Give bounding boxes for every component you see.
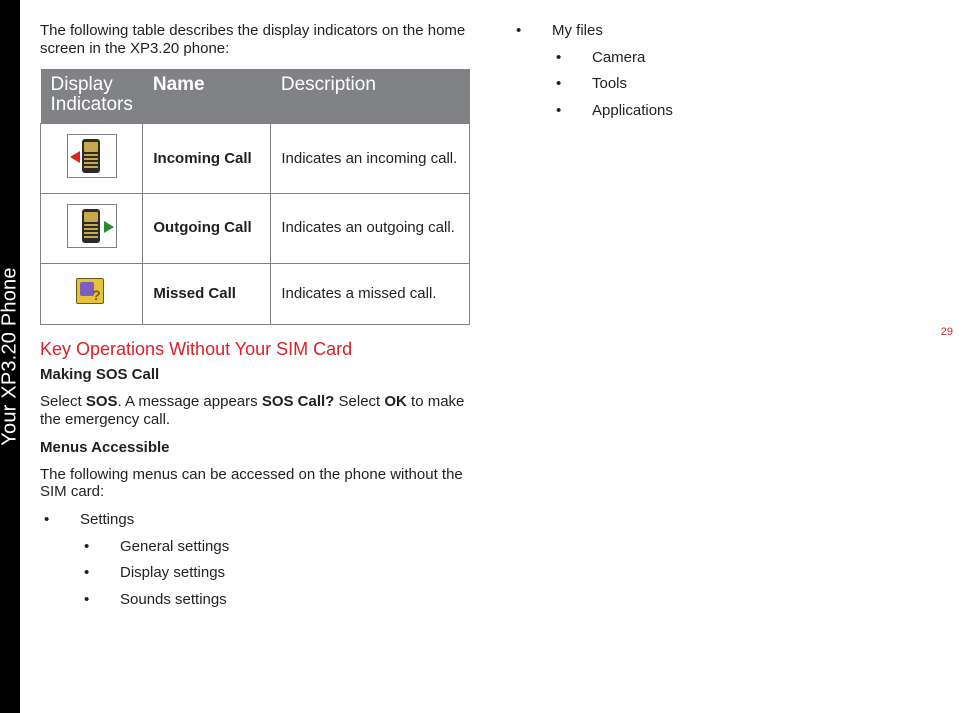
list-item: Sounds settings (80, 591, 470, 609)
t-bold: OK (384, 393, 407, 410)
th-name: Name (143, 69, 271, 123)
indicators-table: Display Indicators Name Description Inco… (40, 69, 470, 325)
list-item: Tools (552, 75, 932, 93)
table-row: Outgoing Call Indicates an outgoing call… (41, 193, 470, 263)
list-item: General settings (80, 538, 470, 556)
menus-subhead: Menus Accessible (40, 439, 470, 456)
cell-icon (41, 193, 143, 263)
sidebar-section-label: Your XP3.20 Phone (0, 0, 20, 713)
table-head-row: Display Indicators Name Description (41, 69, 470, 123)
outgoing-call-icon (67, 204, 117, 248)
cell-desc: Indicates an outgoing call. (271, 193, 470, 263)
menus-intro: The following menus can be accessed on t… (40, 466, 470, 501)
intro-text: The following table describes the displa… (40, 22, 470, 57)
list-item: Settings General settings Display settin… (40, 511, 470, 609)
list-item-label: General settings (120, 538, 229, 555)
list-item: My files Camera Tools Applications (512, 22, 932, 120)
cell-icon (41, 263, 143, 325)
cell-desc: Indicates an incoming call. (271, 124, 470, 194)
sos-paragraph: Select SOS. A message appears SOS Call? … (40, 393, 470, 428)
right-column: My files Camera Tools Applications (512, 22, 932, 618)
page-body: The following table describes the displa… (40, 22, 945, 618)
list-item-label: My files (552, 22, 603, 39)
t-bold: SOS Call? (262, 393, 335, 410)
red-heading: Key Operations Without Your SIM Card (40, 339, 470, 360)
cell-desc: Indicates a missed call. (271, 263, 470, 325)
th-indicators: Display Indicators (41, 69, 143, 123)
t-bold: SOS (86, 393, 118, 410)
list-item-label: Camera (592, 49, 645, 66)
list-item-label: Sounds settings (120, 591, 227, 608)
menu-list-left: Settings General settings Display settin… (40, 511, 470, 609)
th-desc: Description (271, 69, 470, 123)
left-column: The following table describes the displa… (40, 22, 470, 618)
cell-name: Outgoing Call (143, 193, 271, 263)
table-row: Missed Call Indicates a missed call. (41, 263, 470, 325)
menu-list-right: My files Camera Tools Applications (512, 22, 932, 120)
list-item: Applications (552, 102, 932, 120)
list-item-label: Settings (80, 511, 134, 528)
t: Select (334, 393, 384, 410)
list-item: Camera (552, 49, 932, 67)
missed-call-icon (72, 274, 112, 310)
sidebar-section-text: Your XP3.20 Phone (0, 267, 22, 445)
sub-list: General settings Display settings Sounds… (80, 538, 470, 609)
t: . A message appears (118, 393, 262, 410)
incoming-call-icon (67, 134, 117, 178)
cell-icon (41, 124, 143, 194)
list-item-label: Display settings (120, 564, 225, 581)
sub-list: Camera Tools Applications (552, 49, 932, 120)
list-item-label: Tools (592, 75, 627, 92)
t: Select (40, 393, 86, 410)
list-item: Display settings (80, 564, 470, 582)
cell-name: Missed Call (143, 263, 271, 325)
table-row: Incoming Call Indicates an incoming call… (41, 124, 470, 194)
cell-name: Incoming Call (143, 124, 271, 194)
sos-subhead: Making SOS Call (40, 366, 470, 383)
list-item-label: Applications (592, 102, 673, 119)
